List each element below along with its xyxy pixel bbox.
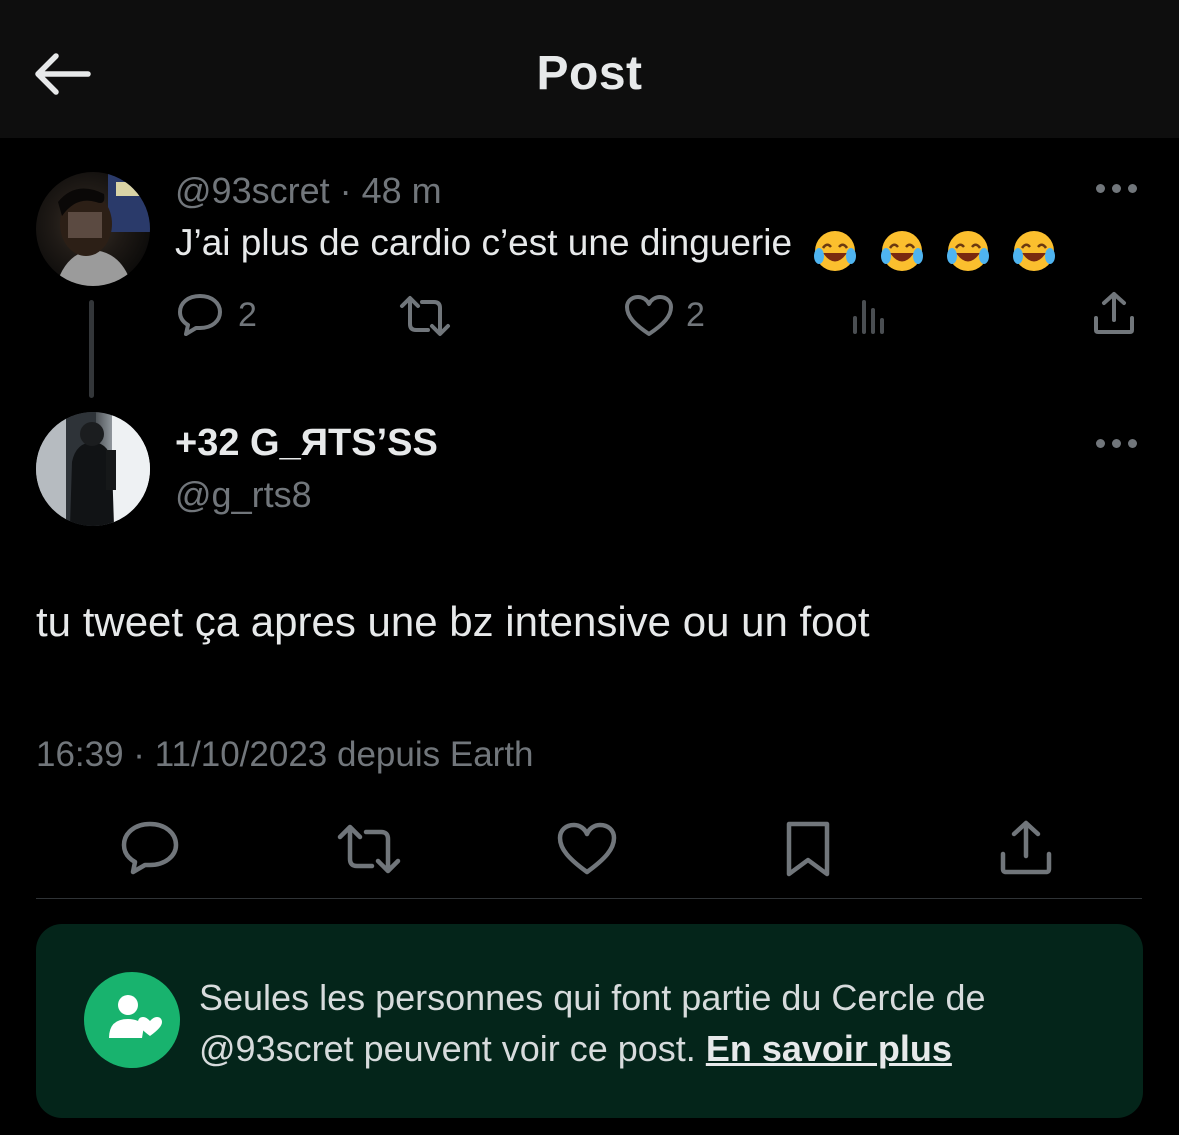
divider	[36, 898, 1142, 899]
avatar-image	[36, 412, 150, 526]
post-time[interactable]: 48 m	[362, 170, 442, 211]
top-bar: Post	[0, 0, 1179, 138]
reply-count: 2	[238, 296, 257, 334]
learn-more-link[interactable]: En savoir plus	[706, 1028, 952, 1069]
repost-button[interactable]	[398, 294, 452, 343]
heart-icon	[625, 295, 673, 336]
heart-icon	[557, 822, 617, 875]
post-handle-time: @93scret · 48 m	[175, 170, 442, 212]
display-name[interactable]: +32 G_ЯTS’SS	[175, 422, 438, 465]
reply-icon	[178, 294, 222, 336]
laughing-emoji-icon	[1013, 231, 1056, 272]
thread-line	[89, 300, 94, 398]
circle-people-icon	[84, 972, 180, 1068]
more-options-button[interactable]	[1096, 437, 1140, 451]
repost-icon	[337, 824, 401, 874]
post-text: J’ai plus de cardio c’est une dinguerie	[175, 222, 1067, 274]
user-handle[interactable]: @g_rts8	[175, 474, 312, 516]
post-timestamp: 16:39 · 11/10/2023 depuis Earth	[36, 735, 534, 774]
share-button[interactable]	[1092, 290, 1136, 341]
bookmark-icon	[786, 821, 830, 877]
repost-button[interactable]	[336, 822, 402, 881]
reply-icon	[121, 821, 179, 875]
post-text-content: J’ai plus de cardio c’est une dinguerie	[175, 222, 793, 263]
laughing-emoji-icon	[946, 231, 989, 272]
repost-icon	[400, 296, 450, 336]
share-icon	[1000, 820, 1052, 875]
laughing-emoji-icon	[880, 231, 923, 272]
like-button[interactable]	[624, 294, 674, 343]
notice-line1: Seules les personnes qui font partie du …	[199, 977, 986, 1018]
more-options-button[interactable]	[1096, 182, 1140, 196]
reply-button[interactable]	[176, 292, 224, 343]
page-title: Post	[536, 47, 643, 100]
notice-line2: @93scret peuvent voir ce post.	[199, 1028, 696, 1069]
views-icon	[853, 300, 884, 334]
like-button[interactable]	[557, 822, 617, 881]
views-button[interactable]	[850, 296, 892, 341]
avatar[interactable]	[36, 172, 150, 286]
notice-text: Seules les personnes qui font partie du …	[199, 972, 1099, 1074]
avatar-image	[56, 172, 150, 286]
like-count: 2	[686, 296, 705, 334]
emoji-group	[812, 228, 1067, 274]
reply-button[interactable]	[120, 820, 180, 881]
laughing-emoji-icon	[814, 231, 857, 272]
bookmark-button[interactable]	[784, 820, 832, 883]
post-handle[interactable]: @93scret	[175, 170, 330, 211]
share-icon	[1094, 292, 1134, 334]
post-text: tu tweet ça apres une bz intensive ou un…	[36, 598, 870, 645]
circle-notice: Seules les personnes qui font partie du …	[36, 924, 1143, 1118]
share-button[interactable]	[998, 818, 1054, 881]
avatar[interactable]	[36, 412, 150, 526]
separator-dot: ·	[339, 170, 352, 211]
